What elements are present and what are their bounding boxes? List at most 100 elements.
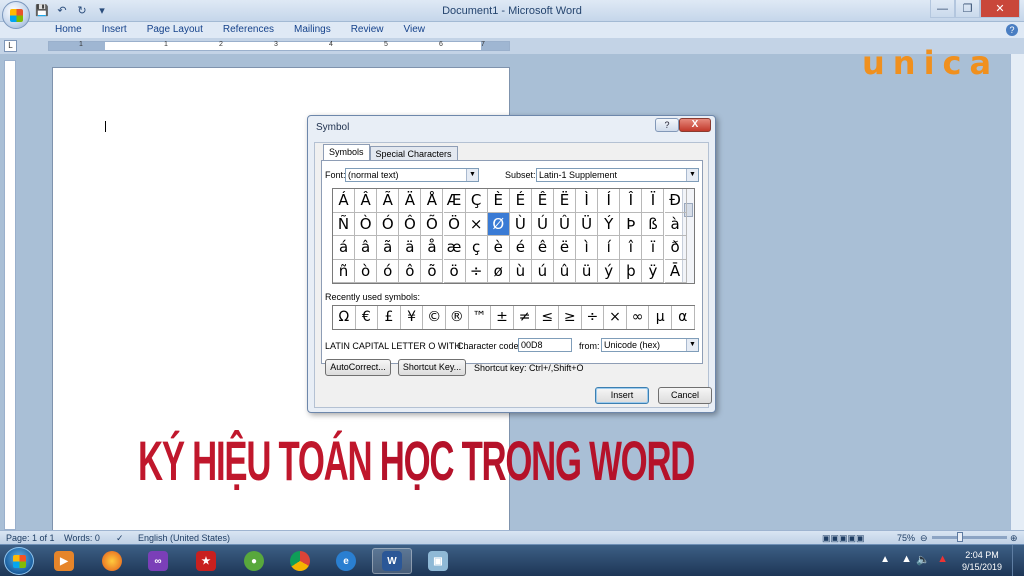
symbol-cell[interactable]: â (355, 236, 378, 260)
symbol-cell[interactable]: ä (399, 236, 422, 260)
zoom-in-icon[interactable]: ⊕ (1010, 533, 1018, 544)
recent-symbol-cell[interactable]: € (356, 306, 379, 329)
symbol-cell[interactable]: × (465, 212, 488, 236)
symbol-cell[interactable]: ÿ (642, 259, 665, 283)
symbol-cell[interactable]: ú (531, 259, 554, 283)
symbol-cell[interactable]: Ö (443, 212, 466, 236)
shortcut-key-button[interactable]: Shortcut Key... (398, 359, 466, 376)
symbol-cell[interactable]: à (664, 212, 687, 236)
recent-symbol-cell[interactable]: ™ (469, 306, 492, 329)
symbol-cell[interactable]: Ü (576, 212, 599, 236)
symbol-cell[interactable]: è (487, 236, 510, 260)
recent-symbol-cell[interactable]: ¥ (401, 306, 424, 329)
tab-view[interactable]: View (394, 24, 436, 35)
restore-button[interactable]: ❐ (955, 0, 980, 18)
symbol-cell[interactable]: ù (509, 259, 532, 283)
symbol-cell[interactable]: Â (355, 189, 378, 213)
recent-symbol-cell[interactable]: α (672, 306, 695, 329)
tab-home[interactable]: Home (45, 24, 92, 35)
taskbar-chrome[interactable] (280, 548, 320, 574)
recent-symbol-cell[interactable]: ≠ (514, 306, 537, 329)
font-dropdown[interactable]: (normal text) ▼ (345, 168, 479, 182)
show-desktop-button[interactable] (1012, 545, 1024, 576)
symbol-cell[interactable]: í (598, 236, 621, 260)
symbol-cell[interactable]: Û (554, 212, 577, 236)
recent-symbol-cell[interactable]: ≤ (536, 306, 559, 329)
symbol-cell[interactable]: Ë (554, 189, 577, 213)
minimize-button[interactable]: — (930, 0, 955, 18)
taskbar-word[interactable]: W (372, 548, 412, 574)
symbol-cell[interactable]: Õ (421, 212, 444, 236)
dialog-close-button[interactable]: X (679, 118, 711, 132)
cancel-button[interactable]: Cancel (658, 387, 712, 404)
character-code-input[interactable]: 00D8 (518, 338, 572, 352)
recent-symbol-cell[interactable]: ± (491, 306, 514, 329)
page-count[interactable]: Page: 1 of 1 (6, 533, 55, 543)
symbol-cell[interactable]: õ (421, 259, 444, 283)
symbol-cell[interactable]: ô (399, 259, 422, 283)
taskbar-media-player[interactable]: ▶ (44, 548, 84, 574)
taskbar-firefox[interactable] (92, 548, 132, 574)
proofing-icon[interactable]: ✓ (116, 533, 124, 544)
from-dropdown[interactable]: Unicode (hex) ▼ (601, 338, 699, 352)
horizontal-ruler[interactable]: 1 1 2 3 4 5 6 7 (48, 41, 510, 51)
close-button[interactable]: ✕ (980, 0, 1020, 18)
recent-symbol-cell[interactable]: ∞ (627, 306, 650, 329)
recent-symbol-cell[interactable]: £ (378, 306, 401, 329)
symbol-cell[interactable]: ß (642, 212, 665, 236)
symbol-cell[interactable]: Ð (664, 189, 687, 213)
taskbar-coccoc[interactable]: ● (234, 548, 274, 574)
symbol-cell[interactable]: È (487, 189, 510, 213)
taskbar-visual-studio[interactable]: ∞ (138, 548, 178, 574)
symbol-cell[interactable]: ö (443, 259, 466, 283)
symbol-cell[interactable]: Ä (399, 189, 422, 213)
tab-page-layout[interactable]: Page Layout (137, 24, 213, 35)
symbol-cell[interactable]: Ñ (333, 212, 356, 236)
recent-symbol-cell[interactable]: ≥ (559, 306, 582, 329)
symbol-cell[interactable]: Á (333, 189, 356, 213)
symbol-cell[interactable]: û (554, 259, 577, 283)
recent-symbol-cell[interactable]: ÷ (582, 306, 605, 329)
symbol-cell[interactable]: é (509, 236, 532, 260)
symbol-cell[interactable]: ò (355, 259, 378, 283)
recent-symbol-cell[interactable]: µ (649, 306, 672, 329)
symbol-cell[interactable]: ì (576, 236, 599, 260)
zoom-slider[interactable] (932, 536, 1007, 539)
language-indicator[interactable]: English (United States) (138, 533, 230, 543)
symbol-cell[interactable]: Ø (487, 212, 510, 236)
zoom-slider-thumb[interactable] (957, 532, 963, 542)
symbol-cell[interactable]: Ã (377, 189, 400, 213)
symbol-cell[interactable]: Ā (664, 259, 687, 283)
symbol-cell[interactable]: ó (377, 259, 400, 283)
symbol-cell[interactable]: É (509, 189, 532, 213)
start-button[interactable] (4, 547, 34, 575)
autocorrect-button[interactable]: AutoCorrect... (325, 359, 391, 376)
tab-insert[interactable]: Insert (92, 24, 137, 35)
symbol-cell[interactable]: Æ (443, 189, 466, 213)
symbol-cell[interactable]: Ó (377, 212, 400, 236)
symbol-cell[interactable]: Ï (642, 189, 665, 213)
zoom-level[interactable]: 75% (897, 533, 915, 543)
symbol-cell[interactable]: Ì (576, 189, 599, 213)
symbol-cell[interactable]: Å (421, 189, 444, 213)
symbol-cell[interactable]: ü (576, 259, 599, 283)
recent-symbol-cell[interactable]: © (423, 306, 446, 329)
symbol-cell[interactable]: ê (531, 236, 554, 260)
symbol-cell[interactable]: ï (642, 236, 665, 260)
vertical-scrollbar[interactable] (1010, 54, 1024, 530)
recent-symbol-cell[interactable]: ® (446, 306, 469, 329)
symbol-cell[interactable]: Ú (531, 212, 554, 236)
symbol-cell[interactable]: ç (465, 236, 488, 260)
symbol-cell[interactable]: ã (377, 236, 400, 260)
recent-symbol-cell[interactable]: × (604, 306, 627, 329)
network-icon[interactable]: ▲ (901, 553, 912, 565)
subset-dropdown[interactable]: Latin-1 Supplement ▼ (536, 168, 699, 182)
word-count[interactable]: Words: 0 (64, 533, 100, 543)
symbol-cell[interactable]: æ (443, 236, 466, 260)
help-icon[interactable]: ? (1006, 24, 1018, 36)
taskbar-internet-explorer[interactable]: e (326, 548, 366, 574)
symbol-cell[interactable]: î (620, 236, 643, 260)
volume-icon[interactable]: 🔈 (916, 553, 930, 566)
recent-symbol-cell[interactable]: Ω (333, 306, 356, 329)
symbol-cell[interactable]: å (421, 236, 444, 260)
